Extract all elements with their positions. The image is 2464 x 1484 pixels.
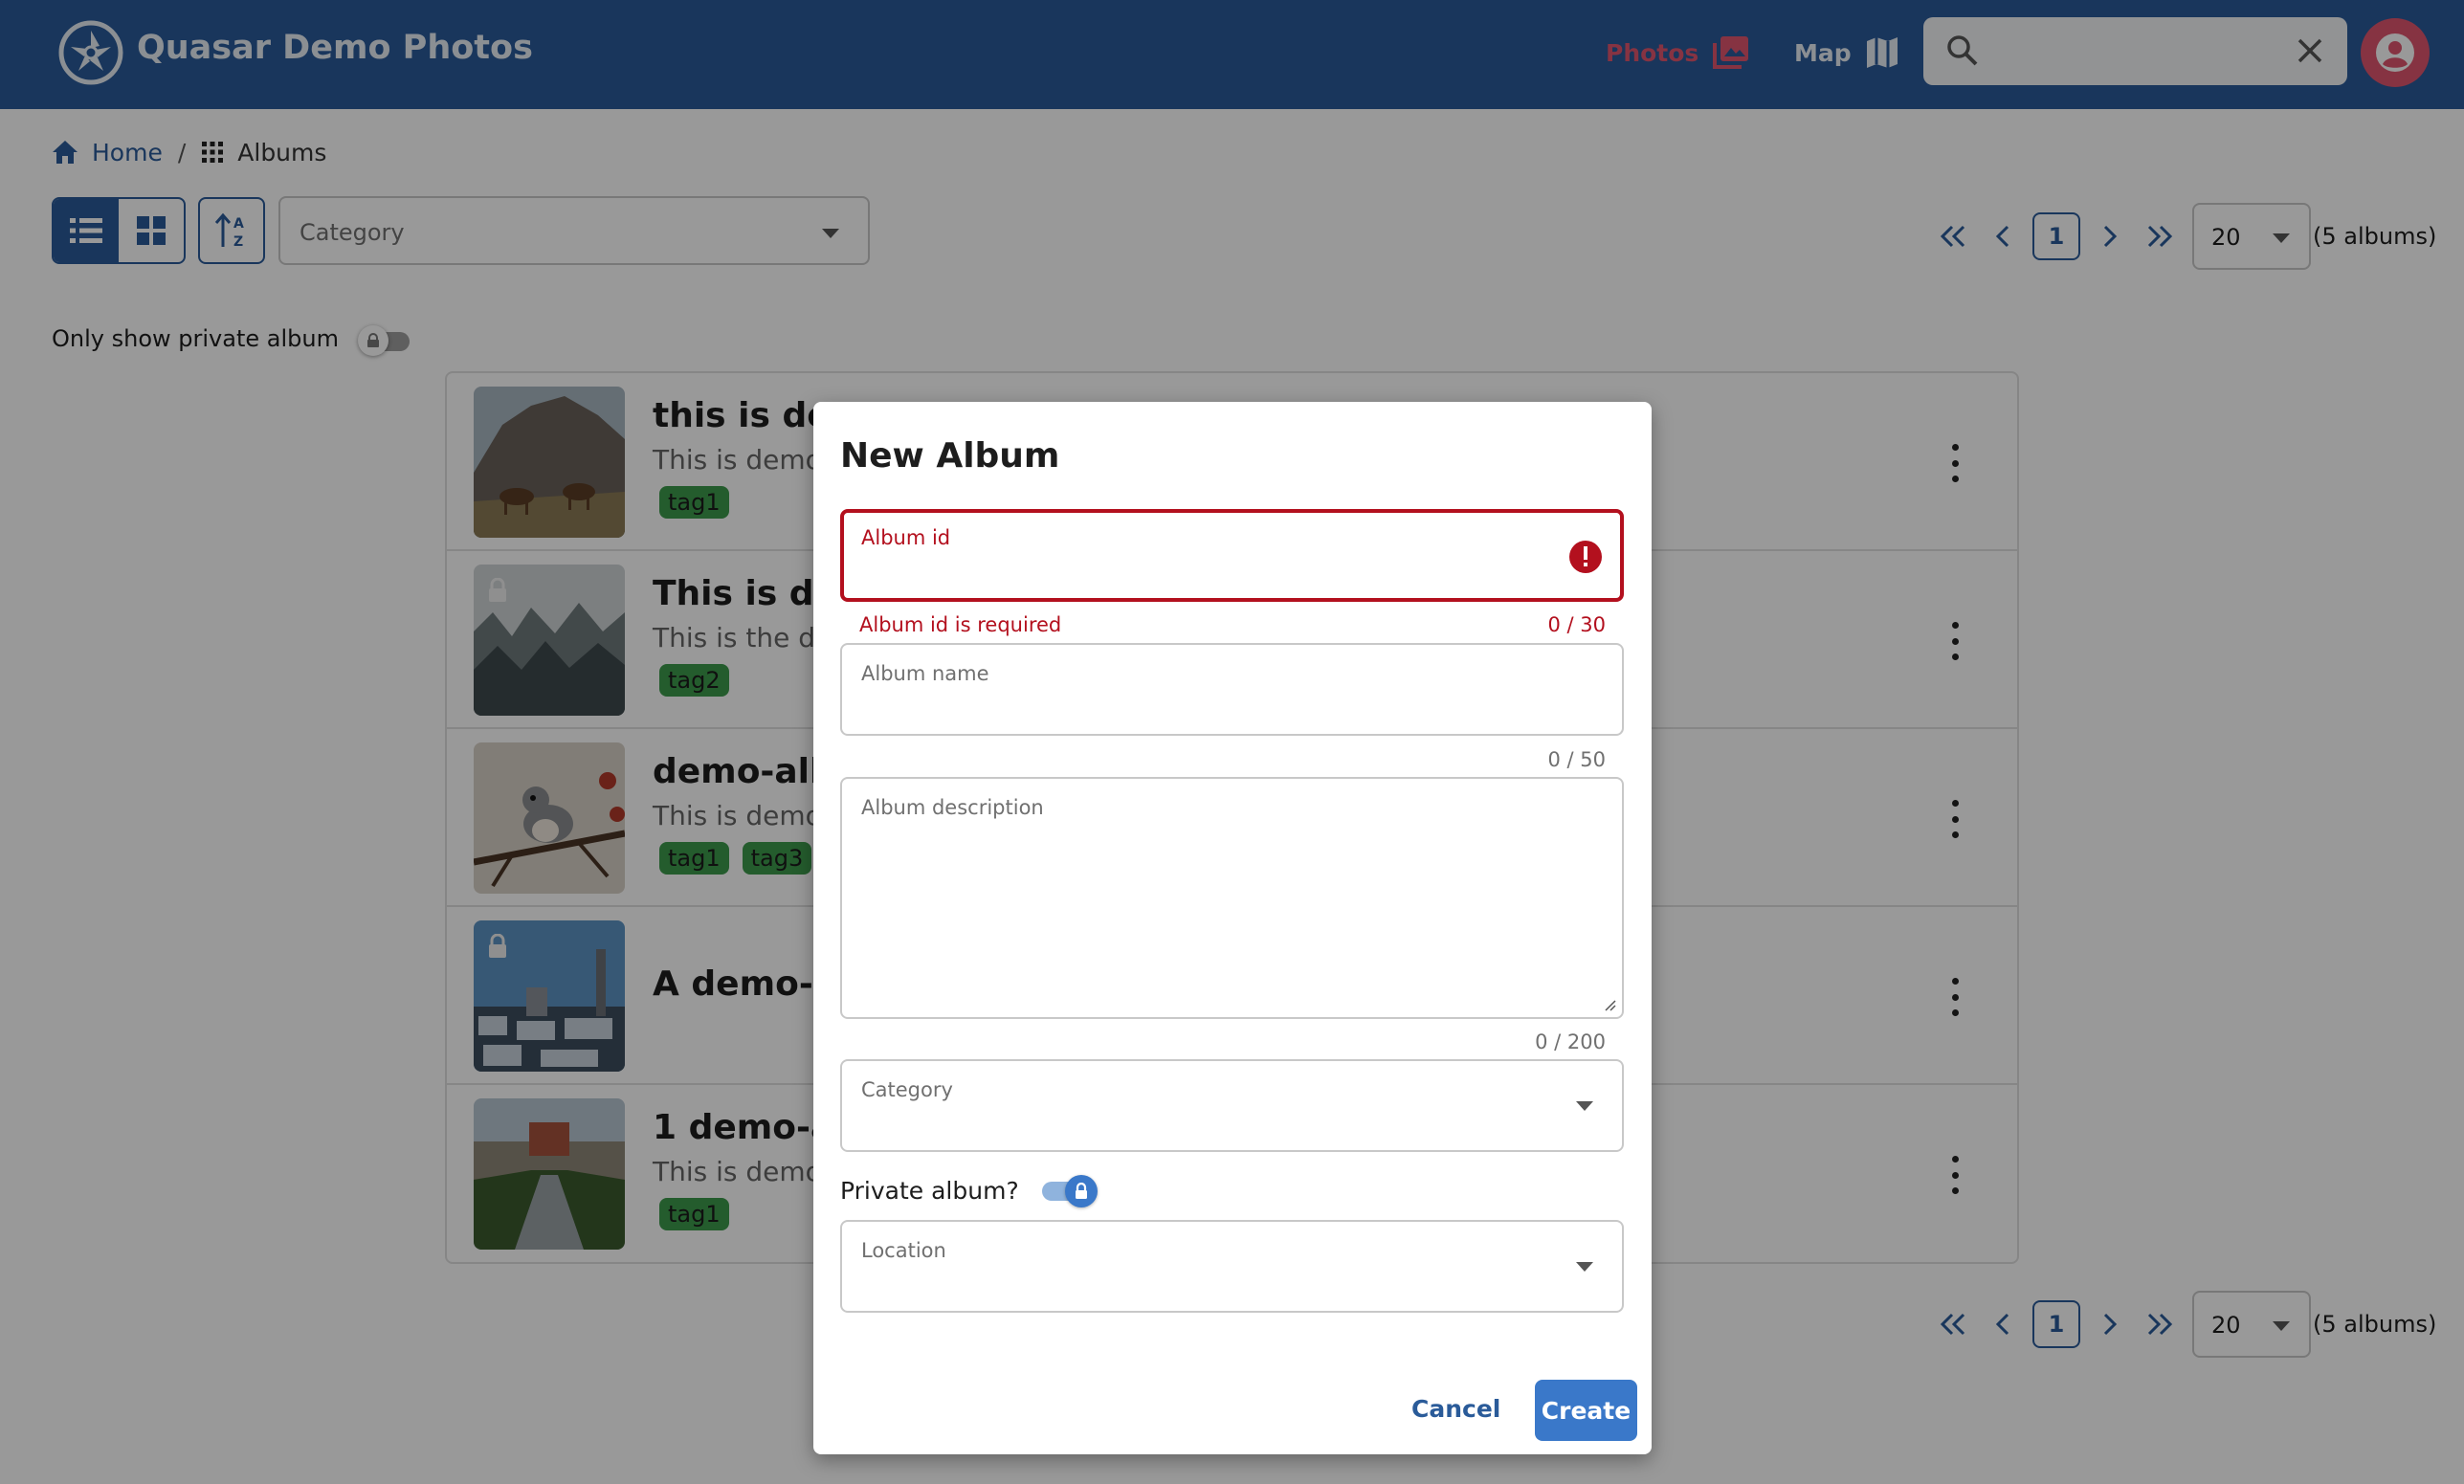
album-name-input[interactable] [861, 691, 1569, 718]
album-description-counter: 0 / 200 [1535, 1030, 1606, 1053]
album-id-label: Album id [861, 526, 951, 549]
album-name-label: Album name [861, 662, 989, 685]
album-id-error: Album id is required [859, 613, 1062, 636]
chevron-down-icon [1576, 1262, 1593, 1272]
new-album-dialog: New Album Album id Album id is required … [813, 402, 1652, 1454]
private-album-field: Private album? [840, 1171, 1103, 1209]
resize-grip-icon[interactable] [1603, 998, 1616, 1011]
location-label: Location [861, 1239, 946, 1262]
category-label: Category [861, 1078, 953, 1101]
error-icon [1569, 541, 1602, 573]
album-id-field[interactable]: Album id [840, 509, 1624, 602]
album-name-counter: 0 / 50 [1547, 748, 1606, 771]
album-id-counter: 0 / 30 [1547, 613, 1606, 636]
create-button[interactable]: Create [1535, 1380, 1637, 1441]
private-album-toggle[interactable] [1040, 1171, 1103, 1209]
lock-icon [1075, 1183, 1087, 1199]
album-description-field[interactable]: Album description [840, 777, 1624, 1019]
private-album-label: Private album? [840, 1176, 1019, 1205]
category-select[interactable]: Category [840, 1059, 1624, 1152]
chevron-down-icon [1576, 1101, 1593, 1111]
album-description-input[interactable] [861, 825, 1569, 997]
album-name-field[interactable]: Album name [840, 643, 1624, 736]
location-select[interactable]: Location [840, 1220, 1624, 1313]
album-id-input[interactable] [863, 559, 1571, 586]
dialog-title: New Album [840, 436, 1060, 476]
album-description-label: Album description [861, 796, 1044, 819]
cancel-button[interactable]: Cancel [1411, 1395, 1500, 1423]
